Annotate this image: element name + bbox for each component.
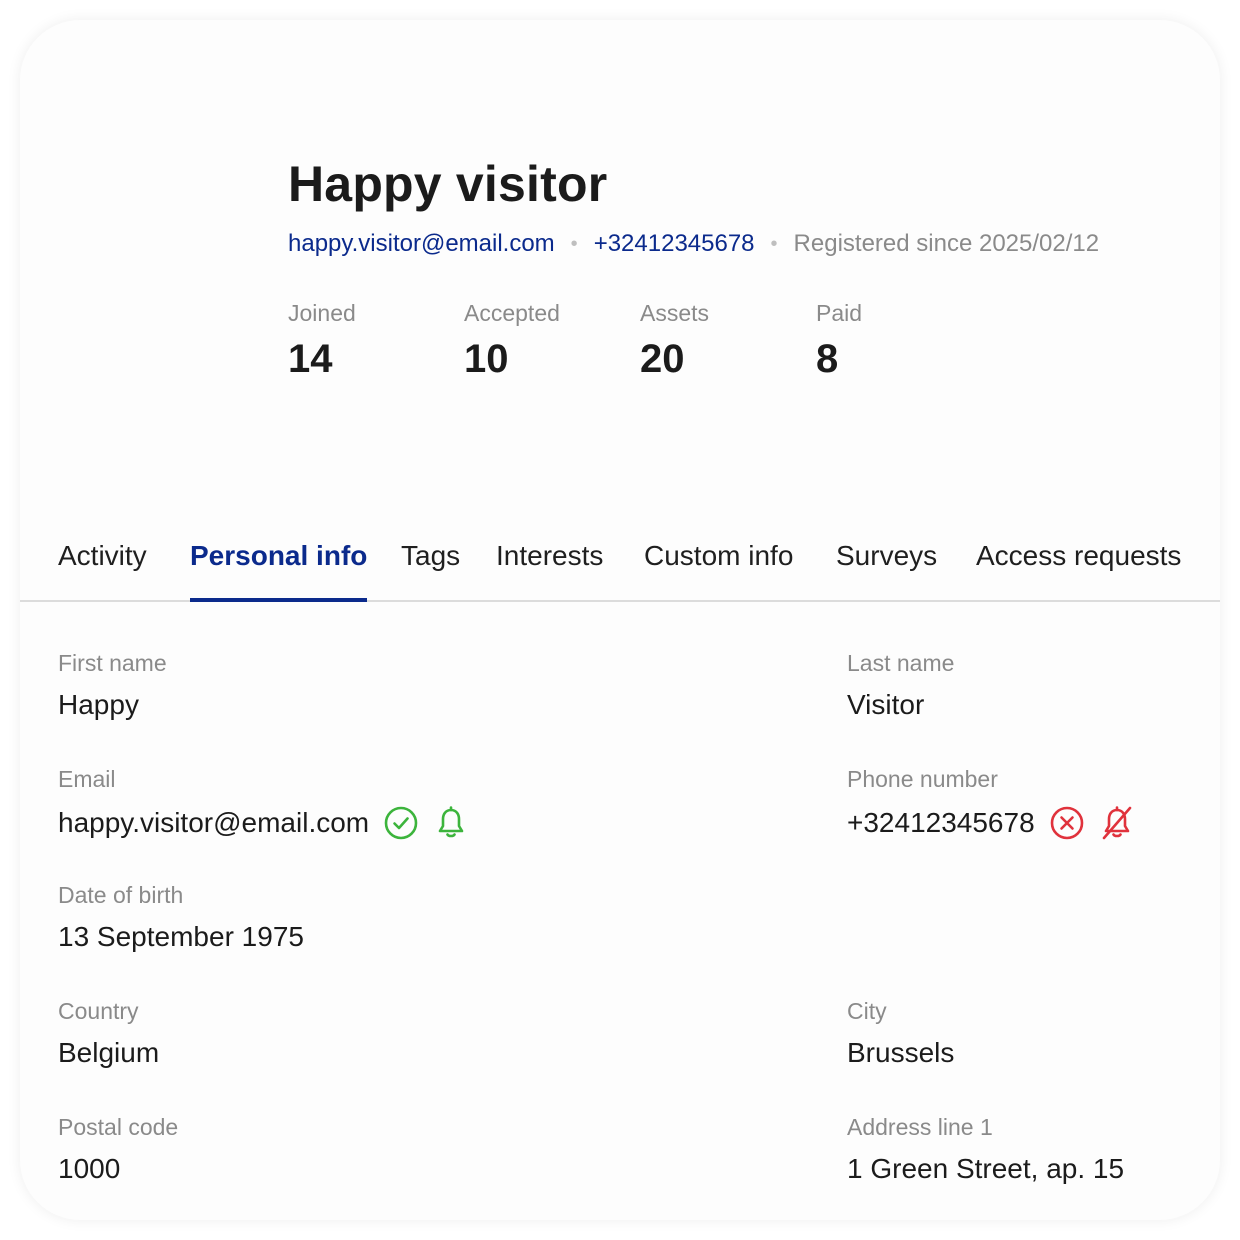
field-label: Last name — [847, 650, 955, 676]
field-value: 1 Green Street, ap. 15 — [847, 1153, 1124, 1185]
field-value: Visitor — [847, 689, 954, 721]
stat-value: 10 — [464, 337, 509, 381]
stat-label: Assets — [640, 300, 710, 326]
last-name-value: Visitor — [847, 689, 925, 720]
field-date-of-birth: Date of birth 13 September 1975 — [58, 882, 304, 953]
profile-email-link[interactable]: happy.visitor@email.com — [288, 230, 555, 258]
field-label: Country — [58, 998, 139, 1024]
profile-contact-line: happy.visitor@email.com • +32412345678 •… — [288, 230, 1099, 258]
profile-phone-link[interactable]: +32412345678 — [594, 230, 755, 258]
stat-value: 8 — [816, 337, 839, 381]
field-label: Postal code — [58, 1114, 179, 1140]
notification-off-bell-icon — [1099, 805, 1135, 841]
stat-accepted: Accepted 10 — [464, 300, 640, 382]
notification-bell-icon — [433, 805, 469, 841]
stat-value: 14 — [288, 337, 333, 381]
stat-assets: Assets 20 — [640, 300, 816, 382]
field-label: First name — [58, 650, 167, 676]
separator-dot: • — [570, 232, 578, 255]
tab-interests[interactable]: Interests — [496, 540, 603, 602]
tab-access-requests[interactable]: Access requests — [976, 540, 1181, 602]
city-value: Brussels — [847, 1037, 955, 1068]
tab-custom-info[interactable]: Custom info — [644, 540, 793, 602]
tab-surveys[interactable]: Surveys — [836, 540, 937, 602]
field-last-name: Last name Visitor — [847, 650, 954, 721]
field-country: Country Belgium — [58, 998, 159, 1069]
dob-value: 13 September 1975 — [58, 921, 304, 952]
not-verified-x-icon — [1049, 805, 1085, 841]
field-city: City Brussels — [847, 998, 954, 1069]
field-value: Belgium — [58, 1037, 159, 1069]
registered-since: Registered since 2025/02/12 — [793, 230, 1100, 257]
phone-value: +32412345678 — [847, 807, 1035, 838]
field-label: City — [847, 998, 887, 1024]
verified-check-icon — [383, 805, 419, 841]
first-name-value: Happy — [58, 689, 139, 720]
country-value: Belgium — [58, 1037, 160, 1068]
field-value: 13 September 1975 — [58, 921, 304, 953]
stat-label: Paid — [816, 300, 863, 326]
field-email: Email happy.visitor@email.com — [58, 766, 469, 841]
tab-tags[interactable]: Tags — [401, 540, 460, 602]
field-postal-code: Postal code 1000 — [58, 1114, 178, 1185]
email-value: happy.visitor@email.com — [58, 807, 370, 838]
field-first-name: First name Happy — [58, 650, 167, 721]
profile-tabs: Activity Personal info Tags Interests Cu… — [20, 536, 1220, 602]
field-label: Email — [58, 766, 116, 792]
field-label: Address line 1 — [847, 1114, 993, 1140]
address-line-1-value: 1 Green Street, ap. 15 — [847, 1153, 1125, 1184]
stat-value: 20 — [640, 337, 685, 381]
field-phone: Phone number +32412345678 — [847, 766, 1135, 841]
stats-row: Joined 14 Accepted 10 Assets 20 Paid 8 — [288, 300, 992, 382]
tab-activity[interactable]: Activity — [58, 540, 147, 602]
field-value: 1000 — [58, 1153, 178, 1185]
field-label: Date of birth — [58, 882, 184, 908]
field-value: Happy — [58, 689, 167, 721]
field-value: +32412345678 — [847, 805, 1135, 841]
stat-paid: Paid 8 — [816, 300, 992, 382]
postal-code-value: 1000 — [58, 1153, 121, 1184]
stat-label: Joined — [288, 300, 356, 326]
field-label: Phone number — [847, 766, 998, 792]
tab-personal-info[interactable]: Personal info — [190, 540, 368, 602]
field-address-line-1: Address line 1 1 Green Street, ap. 15 — [847, 1114, 1124, 1185]
visitor-profile-card: Happy visitor happy.visitor@email.com • … — [20, 20, 1220, 1220]
field-value: happy.visitor@email.com — [58, 805, 469, 841]
separator-dot: • — [770, 232, 778, 255]
stat-joined: Joined 14 — [288, 300, 464, 382]
stat-label: Accepted — [464, 300, 560, 326]
field-value: Brussels — [847, 1037, 954, 1069]
profile-name: Happy visitor — [288, 156, 608, 212]
